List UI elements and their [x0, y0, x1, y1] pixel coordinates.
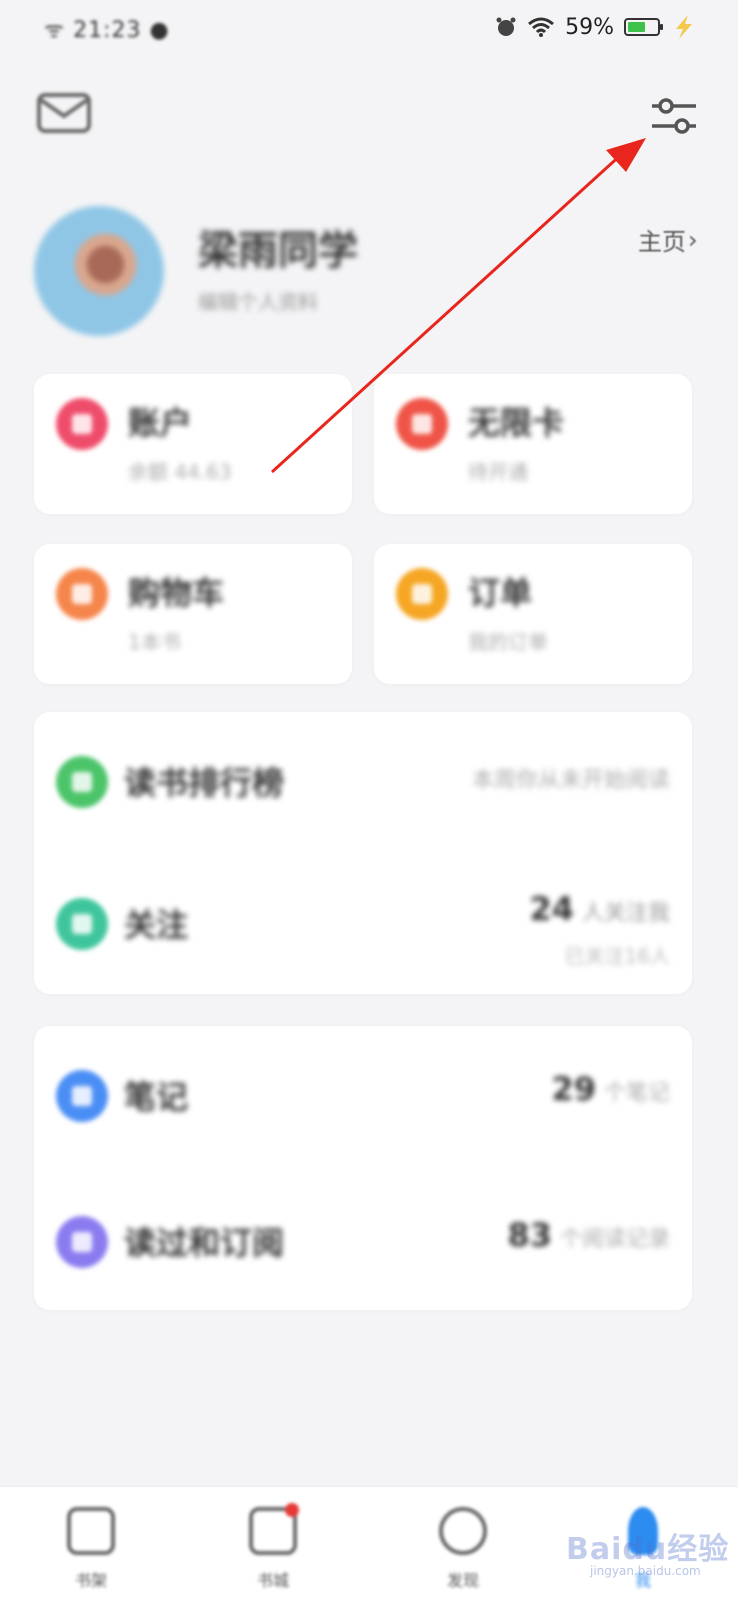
- follower-label: 人关注我: [581, 901, 670, 926]
- compass-icon: [439, 1507, 487, 1555]
- profile-name[interactable]: 梁雨同学: [198, 218, 358, 276]
- tab-bookshelf[interactable]: 书架: [46, 1507, 136, 1591]
- list-item-title: 关注: [124, 906, 189, 944]
- notification-dot: [285, 1503, 299, 1517]
- status-time: ᯤ 21:23 ●: [44, 18, 170, 43]
- card-subtitle: 余额 44.63: [128, 460, 232, 484]
- card-title: 订单: [468, 574, 533, 612]
- settings-sliders-icon: [652, 98, 696, 134]
- follow-icon: [56, 898, 108, 950]
- list-item-notes[interactable]: 笔记 29 个笔记: [34, 1026, 692, 1166]
- charging-icon: [676, 15, 692, 39]
- list-item-detail: 24 人关注我 已关注16人: [529, 890, 670, 969]
- follower-count: 24: [529, 890, 574, 928]
- card-title: 无限卡: [468, 404, 565, 442]
- list-group-notes: 笔记 29 个笔记 读过和订阅 83 个阅读记录: [34, 1026, 692, 1310]
- tab-label: 发现: [446, 1571, 479, 1590]
- watermark-url: jingyan.baidu.com: [590, 1564, 701, 1578]
- battery-percent: 59%: [565, 14, 614, 40]
- card-subtitle: 待开通: [468, 460, 528, 484]
- list-item-ranking[interactable]: 读书排行榜 本周你从未开始阅读: [34, 712, 692, 852]
- profile-subtitle[interactable]: 编辑个人资料: [198, 286, 318, 315]
- list-item-title: 读书排行榜: [124, 764, 285, 802]
- battery-icon: [624, 18, 663, 36]
- list-item-title: 笔记: [124, 1078, 189, 1116]
- following-count: 已关注16人: [564, 944, 670, 968]
- list-item-title: 读过和订阅: [124, 1224, 285, 1262]
- list-group-reading: 读书排行榜 本周你从未开始阅读 关注 24 人关注我 已关注16人: [34, 712, 692, 994]
- tab-label: 书架: [74, 1571, 107, 1590]
- mail-icon: [37, 93, 91, 133]
- unlimited-card[interactable]: 无限卡 待开通: [374, 374, 692, 514]
- order-icon: [396, 568, 448, 620]
- card-title: 购物车: [128, 574, 225, 612]
- cart-icon: [56, 568, 108, 620]
- card-title: 账户: [128, 404, 193, 442]
- home-link-label: 主页: [638, 228, 686, 256]
- card-subtitle: 我的订单: [468, 630, 548, 654]
- store-icon: [249, 1503, 299, 1555]
- mail-button[interactable]: [36, 92, 96, 138]
- status-bar: ᯤ 21:23 ● 59%: [0, 0, 738, 60]
- watermark-logo: Baidu经验: [566, 1532, 730, 1567]
- wallet-icon: [56, 398, 108, 450]
- tab-discover[interactable]: 发现: [418, 1507, 508, 1591]
- notes-count: 29: [551, 1070, 596, 1108]
- bookshelf-icon: [67, 1507, 115, 1555]
- account-card[interactable]: 账户 余额 44.63: [34, 374, 352, 514]
- tab-label: 书城: [256, 1571, 289, 1590]
- orders-card[interactable]: 订单 我的订单: [374, 544, 692, 684]
- cart-card[interactable]: 购物车 1本书: [34, 544, 352, 684]
- home-link[interactable]: 主页 ›: [638, 222, 698, 257]
- tab-store[interactable]: 书城: [228, 1503, 318, 1591]
- list-item-follow[interactable]: 关注 24 人关注我 已关注16人: [34, 854, 692, 994]
- notes-label: 个笔记: [603, 1081, 670, 1106]
- list-item-detail: 本周你从未开始阅读: [471, 768, 670, 793]
- status-icons: 59%: [495, 14, 698, 40]
- card-subtitle: 1本书: [128, 630, 181, 654]
- book-icon: [56, 1216, 108, 1268]
- list-item-read-subscribed[interactable]: 读过和订阅 83 个阅读记录: [34, 1172, 692, 1312]
- settings-button[interactable]: [650, 94, 698, 138]
- wifi-icon: [528, 17, 555, 37]
- list-item-detail: 29 个笔记: [551, 1070, 670, 1108]
- pen-icon: [56, 1070, 108, 1122]
- read-count: 83: [507, 1216, 552, 1254]
- diamond-icon: [396, 398, 448, 450]
- profile-section: 梁雨同学 编辑个人资料 主页 ›: [0, 200, 738, 340]
- alarm-icon: [496, 17, 516, 36]
- list-item-detail: 83 个阅读记录: [507, 1216, 670, 1254]
- read-label: 个阅读记录: [559, 1227, 670, 1252]
- chevron-right-icon: ›: [688, 225, 698, 254]
- ranking-icon: [56, 756, 108, 808]
- top-bar: [0, 80, 738, 150]
- avatar[interactable]: [34, 206, 164, 336]
